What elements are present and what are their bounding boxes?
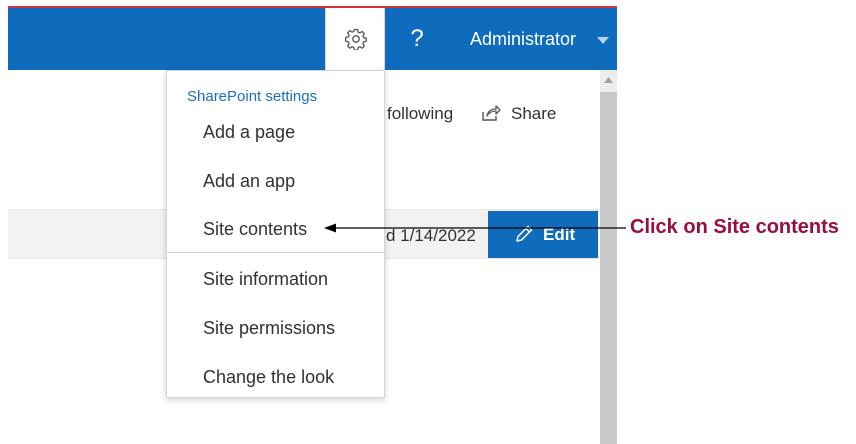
callout-label: Click on Site contents [630,216,839,238]
